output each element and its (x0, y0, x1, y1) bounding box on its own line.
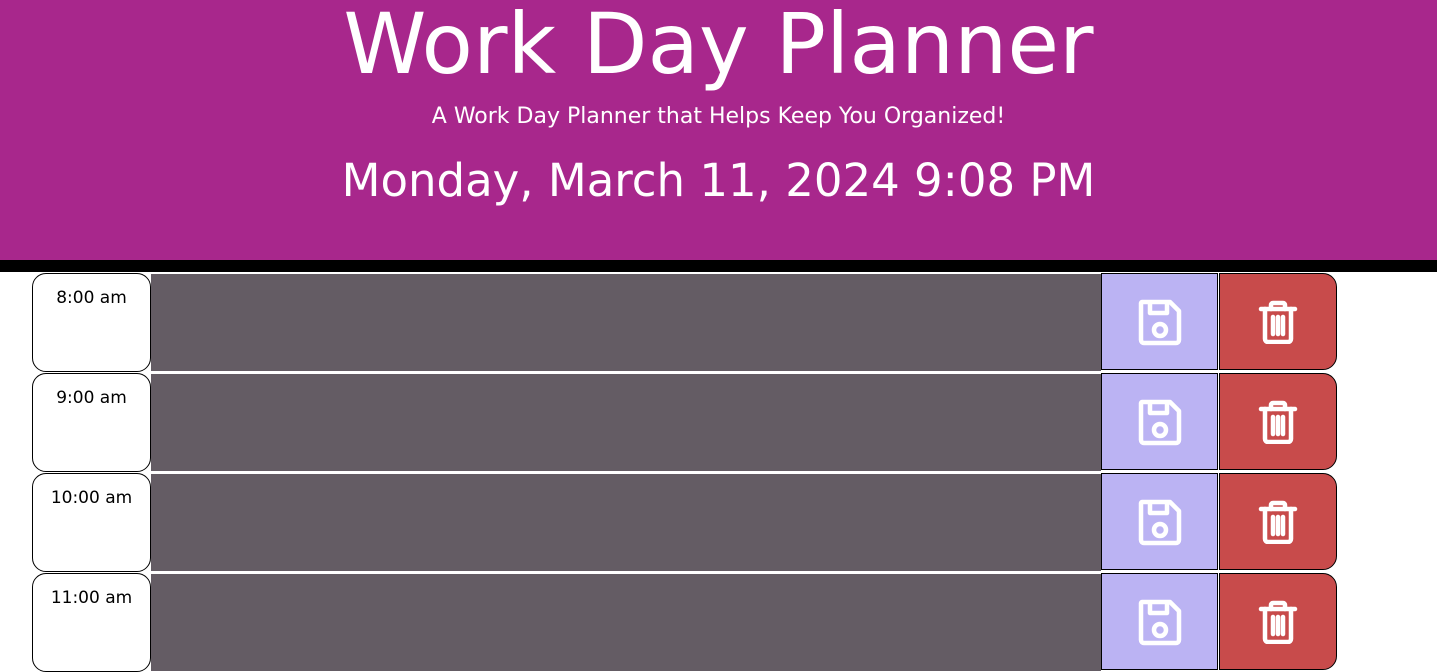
hour-text: 10:00 am (50, 488, 133, 508)
timeblock-list: 8:00 am 9:00 am 10:00 am 11:00 am (32, 272, 1338, 672)
trash-icon (1258, 300, 1298, 344)
timeblock-row: 11:00 am (32, 572, 1338, 672)
app-subtitle: A Work Day Planner that Helps Keep You O… (431, 104, 1006, 129)
trash-icon (1258, 600, 1298, 644)
delete-button[interactable] (1219, 273, 1337, 370)
hour-label: 9:00 am (32, 373, 151, 472)
app-title: Work Day Planner (343, 0, 1094, 93)
timeblock-row: 8:00 am (32, 272, 1338, 372)
event-description-input[interactable] (151, 573, 1101, 671)
floppy-disk-icon (1137, 398, 1183, 446)
delete-button[interactable] (1219, 473, 1337, 570)
hour-label: 10:00 am (32, 473, 151, 572)
page-header: Work Day Planner A Work Day Planner that… (0, 0, 1437, 260)
hour-label: 11:00 am (32, 573, 151, 672)
event-description-input[interactable] (151, 473, 1101, 571)
hour-text: 8:00 am (56, 288, 127, 308)
event-description-input[interactable] (151, 373, 1101, 471)
timeblock-row: 10:00 am (32, 472, 1338, 572)
hour-label: 8:00 am (32, 273, 151, 372)
floppy-disk-icon (1137, 298, 1183, 346)
trash-icon (1258, 400, 1298, 444)
save-button[interactable] (1101, 273, 1218, 370)
timeblock-row: 9:00 am (32, 372, 1338, 472)
floppy-disk-icon (1137, 598, 1183, 646)
hour-text: 11:00 am (50, 588, 133, 608)
delete-button[interactable] (1219, 373, 1337, 470)
event-description-input[interactable] (151, 273, 1101, 371)
header-divider (0, 260, 1437, 272)
current-date: Monday, March 11, 2024 9:08 PM (341, 154, 1096, 207)
trash-icon (1258, 500, 1298, 544)
hour-text: 9:00 am (56, 388, 127, 408)
save-button[interactable] (1101, 473, 1218, 570)
save-button[interactable] (1101, 573, 1218, 670)
save-button[interactable] (1101, 373, 1218, 470)
delete-button[interactable] (1219, 573, 1337, 670)
floppy-disk-icon (1137, 498, 1183, 546)
